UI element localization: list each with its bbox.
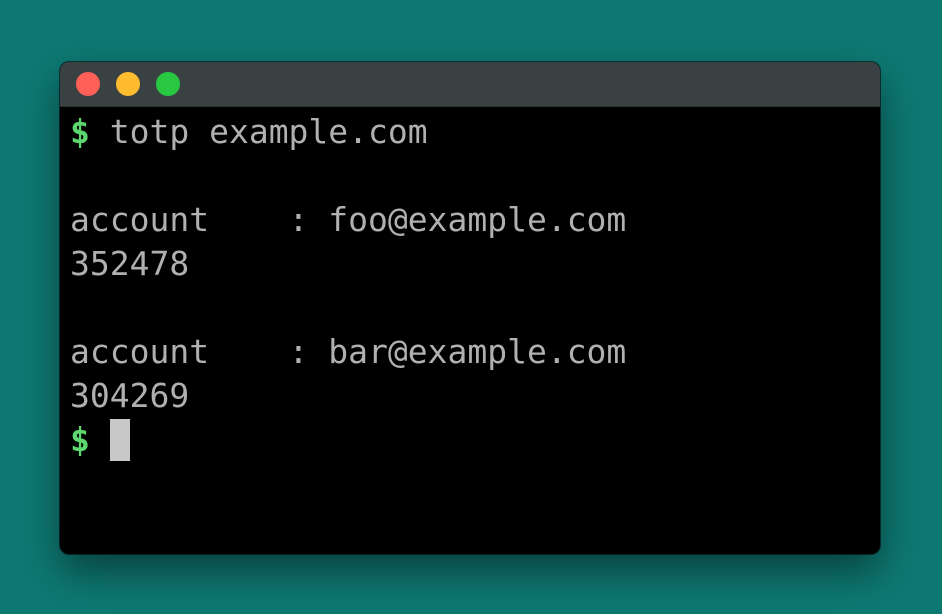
account-line: account : bar@example.com xyxy=(70,330,870,374)
account-value: foo@example.com xyxy=(328,200,627,239)
maximize-button[interactable] xyxy=(156,72,180,96)
close-button[interactable] xyxy=(76,72,100,96)
input-line[interactable]: $ xyxy=(70,418,870,462)
totp-code: 304269 xyxy=(70,376,190,415)
account-line: account : foo@example.com xyxy=(70,198,870,242)
account-label: account : xyxy=(70,332,329,371)
terminal-window: $ totp example.com account : foo@example… xyxy=(60,62,880,554)
minimize-button[interactable] xyxy=(116,72,140,96)
title-bar xyxy=(60,62,880,107)
terminal-output[interactable]: $ totp example.com account : foo@example… xyxy=(70,106,870,554)
command-text: totp example.com xyxy=(109,112,428,151)
totp-code: 352478 xyxy=(70,244,190,283)
prompt-symbol: $ xyxy=(70,112,90,151)
command-line: $ totp example.com xyxy=(70,110,870,154)
account-label: account : xyxy=(70,200,329,239)
text-cursor xyxy=(109,419,130,461)
account-value: bar@example.com xyxy=(328,332,627,371)
prompt-symbol: $ xyxy=(70,420,90,459)
